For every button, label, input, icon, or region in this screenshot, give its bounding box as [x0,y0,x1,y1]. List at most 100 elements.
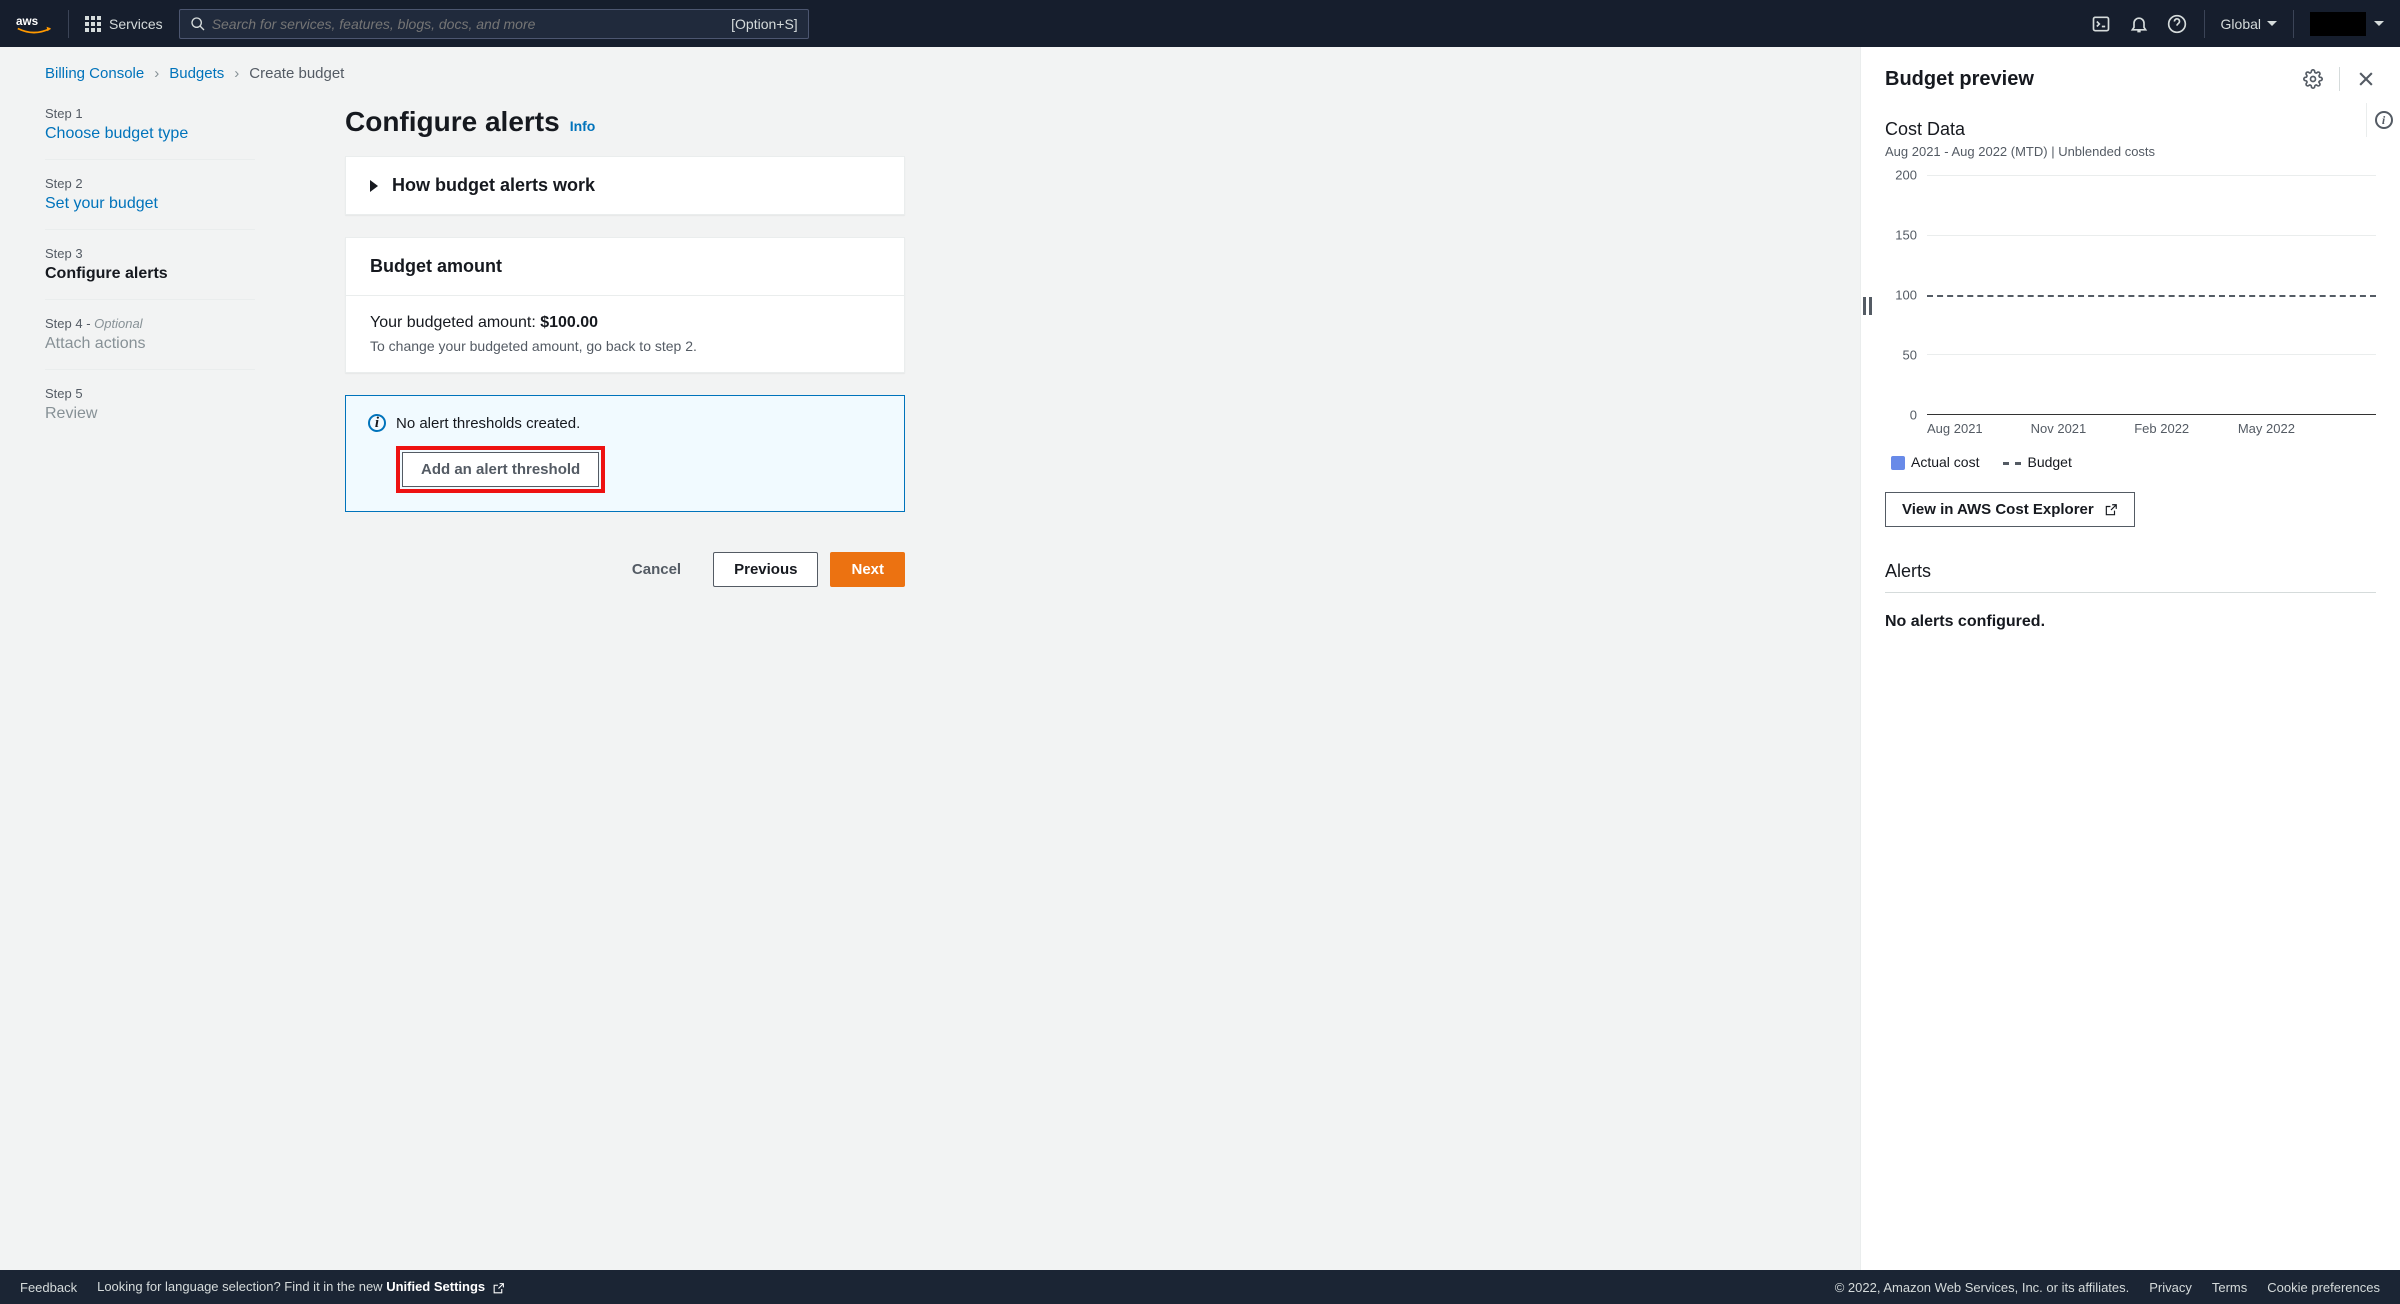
main-column: Billing Console › Budgets › Create budge… [0,47,1860,1270]
privacy-link[interactable]: Privacy [2149,1280,2192,1295]
panel-collapse-handle[interactable] [1863,297,1872,315]
no-alerts-text: No alerts configured. [1885,613,2376,631]
cost-chart: 200 150 100 50 0 Aug 2021 Nov 2021 Feb 2… [1891,175,2376,436]
services-label: Services [109,16,163,32]
breadcrumb-root[interactable]: Billing Console [45,65,144,82]
no-thresholds-text: No alert thresholds created. [396,415,580,432]
nav-divider [2204,10,2205,38]
account-menu[interactable] [2310,12,2384,36]
page-title: Configure alerts [345,106,560,138]
step-3-label: Step 3 [45,246,255,261]
previous-button[interactable]: Previous [713,552,818,587]
close-icon[interactable] [2356,69,2376,89]
help-icon[interactable] [2166,13,2188,35]
breadcrumb-current: Create budget [249,65,344,82]
how-alerts-title: How budget alerts work [392,175,595,196]
search-input[interactable] [206,16,731,32]
copyright: © 2022, Amazon Web Services, Inc. or its… [1835,1280,2130,1295]
step-3-current: Configure alerts [45,265,255,283]
step-2-link[interactable]: Set your budget [45,195,255,213]
aws-logo[interactable]: aws [16,13,52,35]
step-4-link: Attach actions [45,335,255,353]
x-tick: Aug 2021 [1927,421,2031,436]
step-5-label: Step 5 [45,386,255,401]
external-link-icon [2104,503,2118,517]
preview-title: Budget preview [1885,68,2034,91]
budget-amount-title: Budget amount [370,256,502,277]
legend-budget-label: Budget [2027,454,2071,470]
plot-area [1927,175,2376,415]
x-tick: Feb 2022 [2134,421,2238,436]
cookie-preferences-link[interactable]: Cookie preferences [2267,1280,2380,1295]
legend-swatch-actual [1891,456,1905,470]
budgeted-text: Your budgeted amount: [370,314,540,331]
info-panel-toggle[interactable]: i [2366,103,2400,137]
how-alerts-toggle[interactable]: How budget alerts work [346,157,904,214]
global-search[interactable]: [Option+S] [179,9,809,39]
y-tick: 50 [1903,348,1917,363]
expand-icon [370,180,378,192]
info-icon: i [2375,111,2393,129]
page-body: Billing Console › Budgets › Create budge… [0,47,2400,1270]
chart-legend: Actual cost Budget [1891,454,2376,470]
add-threshold-button[interactable]: Add an alert threshold [402,452,599,487]
settings-icon[interactable] [2303,69,2323,89]
cost-data-heading: Cost Data [1885,119,2376,140]
breadcrumb: Billing Console › Budgets › Create budge… [45,65,905,82]
info-link[interactable]: Info [570,118,596,134]
how-alerts-panel: How budget alerts work [345,156,905,215]
chevron-down-icon [2374,21,2384,26]
next-button[interactable]: Next [830,552,905,587]
alerts-heading: Alerts [1885,561,2376,593]
x-axis: Aug 2021 Nov 2021 Feb 2022 May 2022 [1927,421,2376,436]
wizard-content: Configure alerts Info How budget alerts … [345,106,905,587]
feedback-link[interactable]: Feedback [20,1280,77,1295]
highlight-box: Add an alert threshold [396,446,605,493]
y-tick: 150 [1895,228,1917,243]
legend-swatch-budget [2003,462,2021,465]
y-tick: 0 [1910,408,1917,423]
breadcrumb-budgets[interactable]: Budgets [169,65,224,82]
nav-divider [68,10,69,38]
y-tick: 100 [1895,288,1917,303]
region-selector[interactable]: Global [2221,16,2277,32]
x-tick: Nov 2021 [2031,421,2135,436]
search-icon [190,16,206,32]
svg-text:aws: aws [16,14,39,27]
services-menu[interactable]: Services [85,16,163,32]
grid-icon [85,16,101,32]
budget-preview-panel: Budget preview Cost Data Aug 2021 - Aug … [1860,47,2400,1270]
x-tick: May 2022 [2238,421,2376,436]
external-link-icon [492,1282,505,1295]
cancel-button[interactable]: Cancel [612,552,701,587]
view-cost-explorer-button[interactable]: View in AWS Cost Explorer [1885,492,2135,527]
threshold-banner: i No alert thresholds created. Add an al… [345,395,905,512]
step-5-link: Review [45,405,255,423]
chevron-right-icon: › [234,65,239,82]
terms-link[interactable]: Terms [2212,1280,2247,1295]
explorer-btn-label: View in AWS Cost Explorer [1902,501,2094,518]
info-icon: i [368,414,386,432]
step-2-label: Step 2 [45,176,255,191]
step-1-label: Step 1 [45,106,255,121]
language-prompt: Looking for language selection? Find it … [97,1279,505,1294]
legend-actual-label: Actual cost [1911,454,1979,470]
region-label: Global [2221,16,2261,32]
notifications-icon[interactable] [2128,13,2150,35]
step-1-link[interactable]: Choose budget type [45,125,255,143]
wizard-actions: Cancel Previous Next [345,552,905,587]
cloudshell-icon[interactable] [2090,13,2112,35]
budgeted-hint: To change your budgeted amount, go back … [370,338,880,354]
wizard-steps: Step 1 Choose budget type Step 2 Set you… [45,106,345,587]
account-id-redacted [2310,12,2366,36]
top-nav: aws Services [Option+S] Global [0,0,2400,47]
unified-settings-link[interactable]: Unified Settings [386,1279,485,1294]
chevron-right-icon: › [154,65,159,82]
step-4-label: Step 4 - Optional [45,316,255,331]
cost-data-sub: Aug 2021 - Aug 2022 (MTD) | Unblended co… [1885,144,2376,159]
y-axis: 200 150 100 50 0 [1891,175,1923,415]
budgeted-value: $100.00 [540,314,598,331]
chevron-down-icon [2267,21,2277,26]
footer: Feedback Looking for language selection?… [0,1270,2400,1304]
nav-divider [2293,10,2294,38]
